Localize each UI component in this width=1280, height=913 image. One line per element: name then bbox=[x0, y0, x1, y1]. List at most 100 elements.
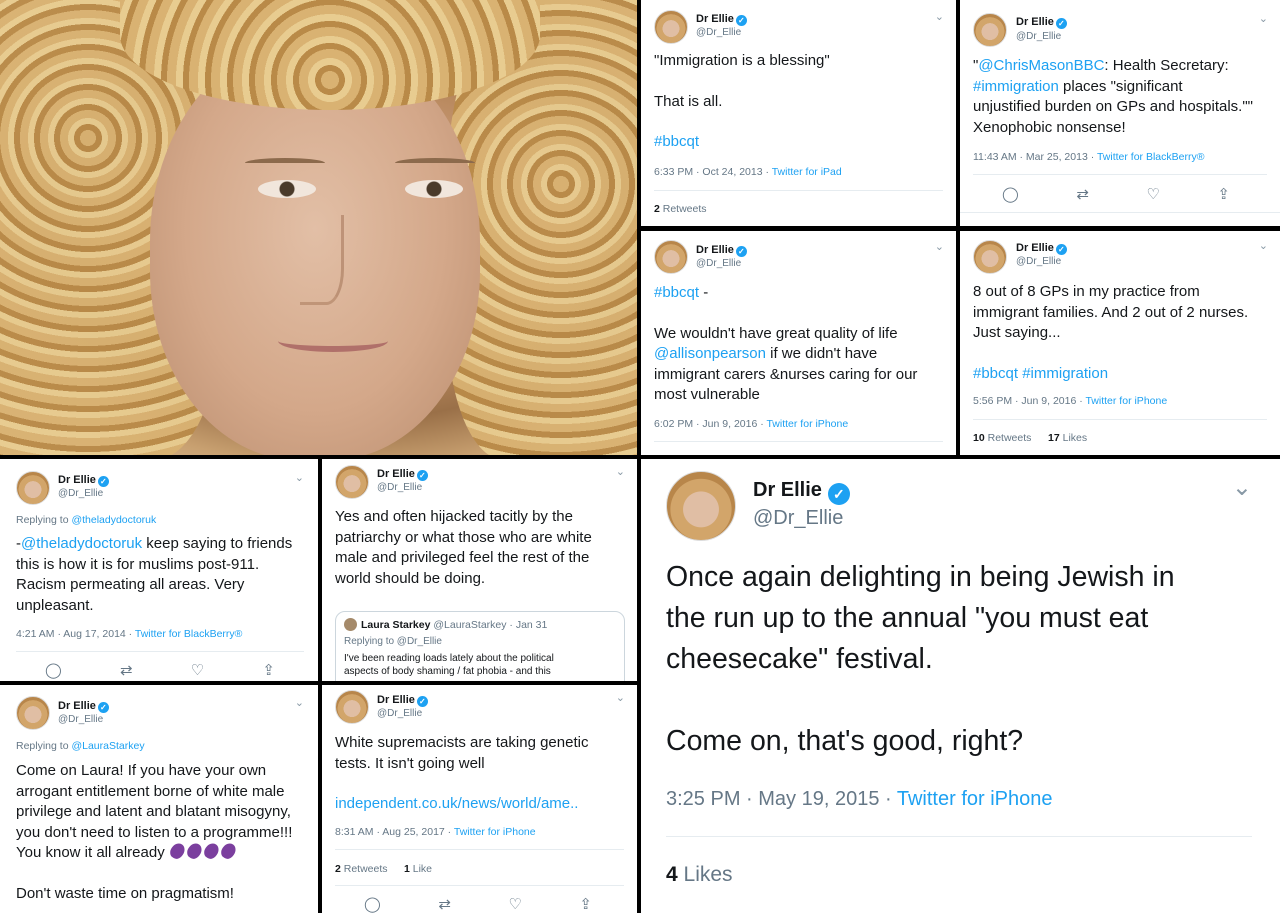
tweet-text: -@theladydoctoruk keep saying to friends… bbox=[16, 534, 312, 616]
tweet-line: arrogant entitlement borne of white male bbox=[16, 782, 285, 800]
author-handle[interactable]: @Dr_Ellie bbox=[377, 482, 422, 493]
retweet-icon[interactable]: ⇄ bbox=[1076, 185, 1089, 203]
share-icon[interactable]: ⇪ bbox=[1217, 185, 1230, 203]
source-link[interactable]: Twitter for iPhone bbox=[897, 788, 1053, 810]
heart-icon[interactable]: ♡ bbox=[508, 895, 521, 913]
avatar[interactable] bbox=[654, 240, 688, 274]
avatar[interactable] bbox=[654, 10, 688, 44]
like-count[interactable]: 17 Likes bbox=[1048, 432, 1087, 444]
mention-link[interactable]: @allisonpearson bbox=[654, 345, 766, 362]
mention-link[interactable]: @ChrisMasonBBC bbox=[978, 57, 1104, 74]
timestamp[interactable]: 5:56 PM · Jun 9, 2016 · bbox=[973, 395, 1085, 407]
author-name[interactable]: Dr Ellie ✓ bbox=[377, 694, 428, 707]
author-name-text: Dr Ellie bbox=[58, 700, 96, 712]
tweet-line: you don't need to listen to a programme!… bbox=[16, 823, 293, 841]
retweet-icon[interactable]: ⇄ bbox=[120, 661, 133, 679]
verified-badge-icon: ✓ bbox=[1055, 244, 1067, 255]
author-handle[interactable]: @Dr_Ellie bbox=[58, 714, 103, 725]
hashtag-links[interactable]: #bbcqt #immigration bbox=[973, 364, 1273, 385]
hashtag-link[interactable]: #bbcqt bbox=[654, 132, 949, 153]
chevron-down-icon[interactable]: ⌄ bbox=[295, 696, 304, 709]
share-icon[interactable]: ⇪ bbox=[262, 661, 275, 679]
mention-link[interactable]: @theladydoctoruk bbox=[71, 514, 156, 526]
author-handle[interactable]: @Dr_Ellie bbox=[1016, 256, 1061, 267]
retweet-count[interactable]: 2 Retweets bbox=[654, 203, 707, 215]
tweet-text: White supremacists are taking genetic te… bbox=[335, 733, 630, 815]
timestamp[interactable]: 11:43 AM · Mar 25, 2013 · bbox=[973, 151, 1097, 163]
author-name[interactable]: Dr Ellie ✓ bbox=[1016, 242, 1067, 255]
tweet-xenophobic-nonsense: Dr Ellie ✓ @Dr_Ellie ⌄ "@ChrisMasonBBC: H… bbox=[960, 0, 1280, 226]
like-count[interactable]: 4 Likes bbox=[666, 863, 733, 887]
reply-icon[interactable]: ◯ bbox=[1002, 185, 1019, 203]
timestamp[interactable]: 8:31 AM · Aug 25, 2017 · bbox=[335, 826, 454, 838]
verified-badge-icon: ✓ bbox=[97, 702, 109, 713]
author-name[interactable]: Dr Ellie ✓ bbox=[1016, 16, 1067, 29]
chevron-down-icon[interactable]: ⌄ bbox=[935, 10, 944, 23]
tweet-line: #bbcqt - bbox=[654, 283, 949, 304]
avatar[interactable] bbox=[666, 471, 736, 541]
source-link[interactable]: Twitter for iPhone bbox=[1085, 395, 1167, 407]
tweet-line: most vulnerable bbox=[654, 386, 760, 403]
source-link[interactable]: Twitter for BlackBerry® bbox=[1097, 151, 1205, 163]
author-name[interactable]: Dr Ellie ✓ bbox=[696, 244, 747, 257]
divider bbox=[960, 212, 1280, 213]
reply-icon[interactable]: ◯ bbox=[364, 895, 381, 913]
mention-link[interactable]: @theladydoctoruk bbox=[21, 535, 142, 552]
author-handle[interactable]: @Dr_Ellie bbox=[696, 258, 741, 269]
chevron-down-icon[interactable]: ⌄ bbox=[1259, 12, 1268, 25]
author-handle[interactable]: @Dr_Ellie bbox=[696, 27, 741, 38]
article-link[interactable]: independent.co.uk/news/world/ame.. bbox=[335, 794, 630, 815]
chevron-down-icon[interactable]: ⌄ bbox=[1259, 239, 1268, 252]
chevron-down-icon[interactable]: ⌄ bbox=[1232, 473, 1252, 502]
like-count-label: Likes bbox=[1059, 432, 1088, 444]
hashtag-link[interactable]: #immigration bbox=[973, 78, 1059, 95]
avatar[interactable] bbox=[335, 690, 369, 724]
chevron-down-icon[interactable]: ⌄ bbox=[616, 691, 625, 704]
chevron-down-icon[interactable]: ⌄ bbox=[295, 471, 304, 484]
avatar[interactable] bbox=[973, 13, 1007, 47]
reply-icon[interactable]: ◯ bbox=[45, 661, 62, 679]
author-name[interactable]: Dr Ellie ✓ bbox=[58, 474, 109, 487]
source-link[interactable]: Twitter for iPhone bbox=[766, 418, 848, 430]
author-handle[interactable]: @Dr_Ellie bbox=[58, 488, 103, 499]
author-handle[interactable]: @Dr_Ellie bbox=[753, 507, 843, 530]
retweet-count-label: Retweets bbox=[340, 863, 388, 875]
tweet-text-fragment: - bbox=[699, 284, 709, 301]
like-count[interactable]: 1 Like bbox=[404, 863, 432, 875]
author-name[interactable]: Dr Ellie ✓ bbox=[753, 479, 850, 505]
chevron-down-icon[interactable]: ⌄ bbox=[935, 240, 944, 253]
source-link[interactable]: Twitter for iPad bbox=[772, 166, 842, 178]
heart-icon[interactable]: ♡ bbox=[191, 661, 204, 679]
quoted-tweet[interactable]: Laura Starkey @LauraStarkey · Jan 31 Rep… bbox=[335, 611, 625, 681]
author-name[interactable]: Dr Ellie ✓ bbox=[377, 468, 428, 481]
retweet-count[interactable]: 10 Retweets bbox=[973, 432, 1031, 444]
like-count-value: 17 bbox=[1048, 432, 1060, 444]
author-name[interactable]: Dr Ellie ✓ bbox=[58, 700, 109, 713]
mention-link[interactable]: @LauraStarkey bbox=[71, 740, 144, 752]
author-name-text: Dr Ellie bbox=[377, 468, 415, 480]
tweet-text-fragment: You know it all already bbox=[16, 844, 165, 861]
tweet-line: Racism permeating all areas. Very bbox=[16, 576, 245, 593]
avatar[interactable] bbox=[335, 465, 369, 499]
avatar[interactable] bbox=[16, 471, 50, 505]
heart-icon[interactable]: ♡ bbox=[1146, 185, 1159, 203]
author-handle[interactable]: @Dr_Ellie bbox=[377, 708, 422, 719]
timestamp[interactable]: 4:21 AM · Aug 17, 2014 · bbox=[16, 628, 135, 640]
hashtag-link[interactable]: #bbcqt bbox=[654, 284, 699, 301]
author-name[interactable]: Dr Ellie ✓ bbox=[696, 13, 747, 26]
tweet-text-fragment: : Health Secretary: bbox=[1104, 57, 1229, 74]
timestamp[interactable]: 6:33 PM · Oct 24, 2013 · bbox=[654, 166, 772, 178]
source-link[interactable]: Twitter for iPhone bbox=[454, 826, 536, 838]
share-icon[interactable]: ⇪ bbox=[579, 895, 592, 913]
retweet-count[interactable]: 2 Retweets bbox=[335, 863, 388, 875]
divider bbox=[666, 836, 1252, 837]
source-link[interactable]: Twitter for BlackBerry® bbox=[135, 628, 243, 640]
avatar[interactable] bbox=[973, 240, 1007, 274]
tweet-line: We wouldn't have great quality of life bbox=[654, 324, 898, 342]
retweet-icon[interactable]: ⇄ bbox=[438, 895, 451, 913]
avatar[interactable] bbox=[16, 696, 50, 730]
chevron-down-icon[interactable]: ⌄ bbox=[616, 465, 625, 478]
timestamp[interactable]: 3:25 PM · May 19, 2015 · bbox=[666, 788, 897, 810]
timestamp[interactable]: 6:02 PM · Jun 9, 2016 · bbox=[654, 418, 766, 430]
author-handle[interactable]: @Dr_Ellie bbox=[1016, 31, 1061, 42]
